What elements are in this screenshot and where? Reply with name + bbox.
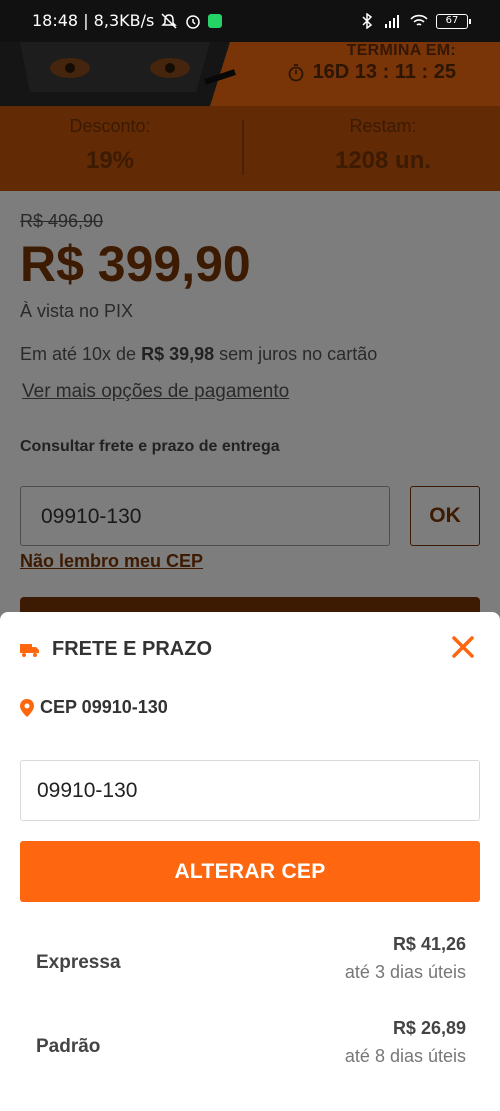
close-icon[interactable] [450,634,476,660]
current-cep-text: CEP 09910-130 [40,697,168,717]
location-pin-icon [20,698,34,717]
status-bar: 18:48 | 8,3KB/s 67 [0,0,500,42]
option-days: até 3 dias úteis [344,962,466,982]
alarm-icon [186,14,201,29]
status-time: 18:48 | 8,3KB/s [32,11,155,30]
sheet-header: FRETE E PRAZO [20,638,212,661]
wifi-icon [410,14,428,26]
option-price: R$ 26,89 [392,1018,466,1038]
current-cep: CEP 09910-130 [20,697,168,718]
option-days: até 8 dias úteis [344,1046,466,1066]
option-name: Expressa [36,952,121,973]
battery-icon: 67 [436,13,471,29]
bluetooth-icon [362,13,373,29]
option-price: R$ 41,26 [392,934,466,954]
truck-icon [20,643,39,657]
change-cep-button[interactable]: ALTERAR CEP [20,841,480,902]
option-name: Padrão [36,1036,101,1057]
shipping-option-standard[interactable]: Padrão R$ 26,89 até 8 dias úteis [36,1016,466,1076]
shipping-sheet: FRETE E PRAZO CEP 09910-130 ALTERAR CEP … [0,612,500,1111]
signal-icon [385,15,399,28]
mute-bell-icon [161,12,178,29]
cep-input[interactable] [20,760,480,821]
sheet-title: FRETE E PRAZO [52,638,213,660]
shipping-option-express[interactable]: Expressa R$ 41,26 até 3 dias úteis [36,932,466,992]
whatsapp-icon [208,13,223,28]
